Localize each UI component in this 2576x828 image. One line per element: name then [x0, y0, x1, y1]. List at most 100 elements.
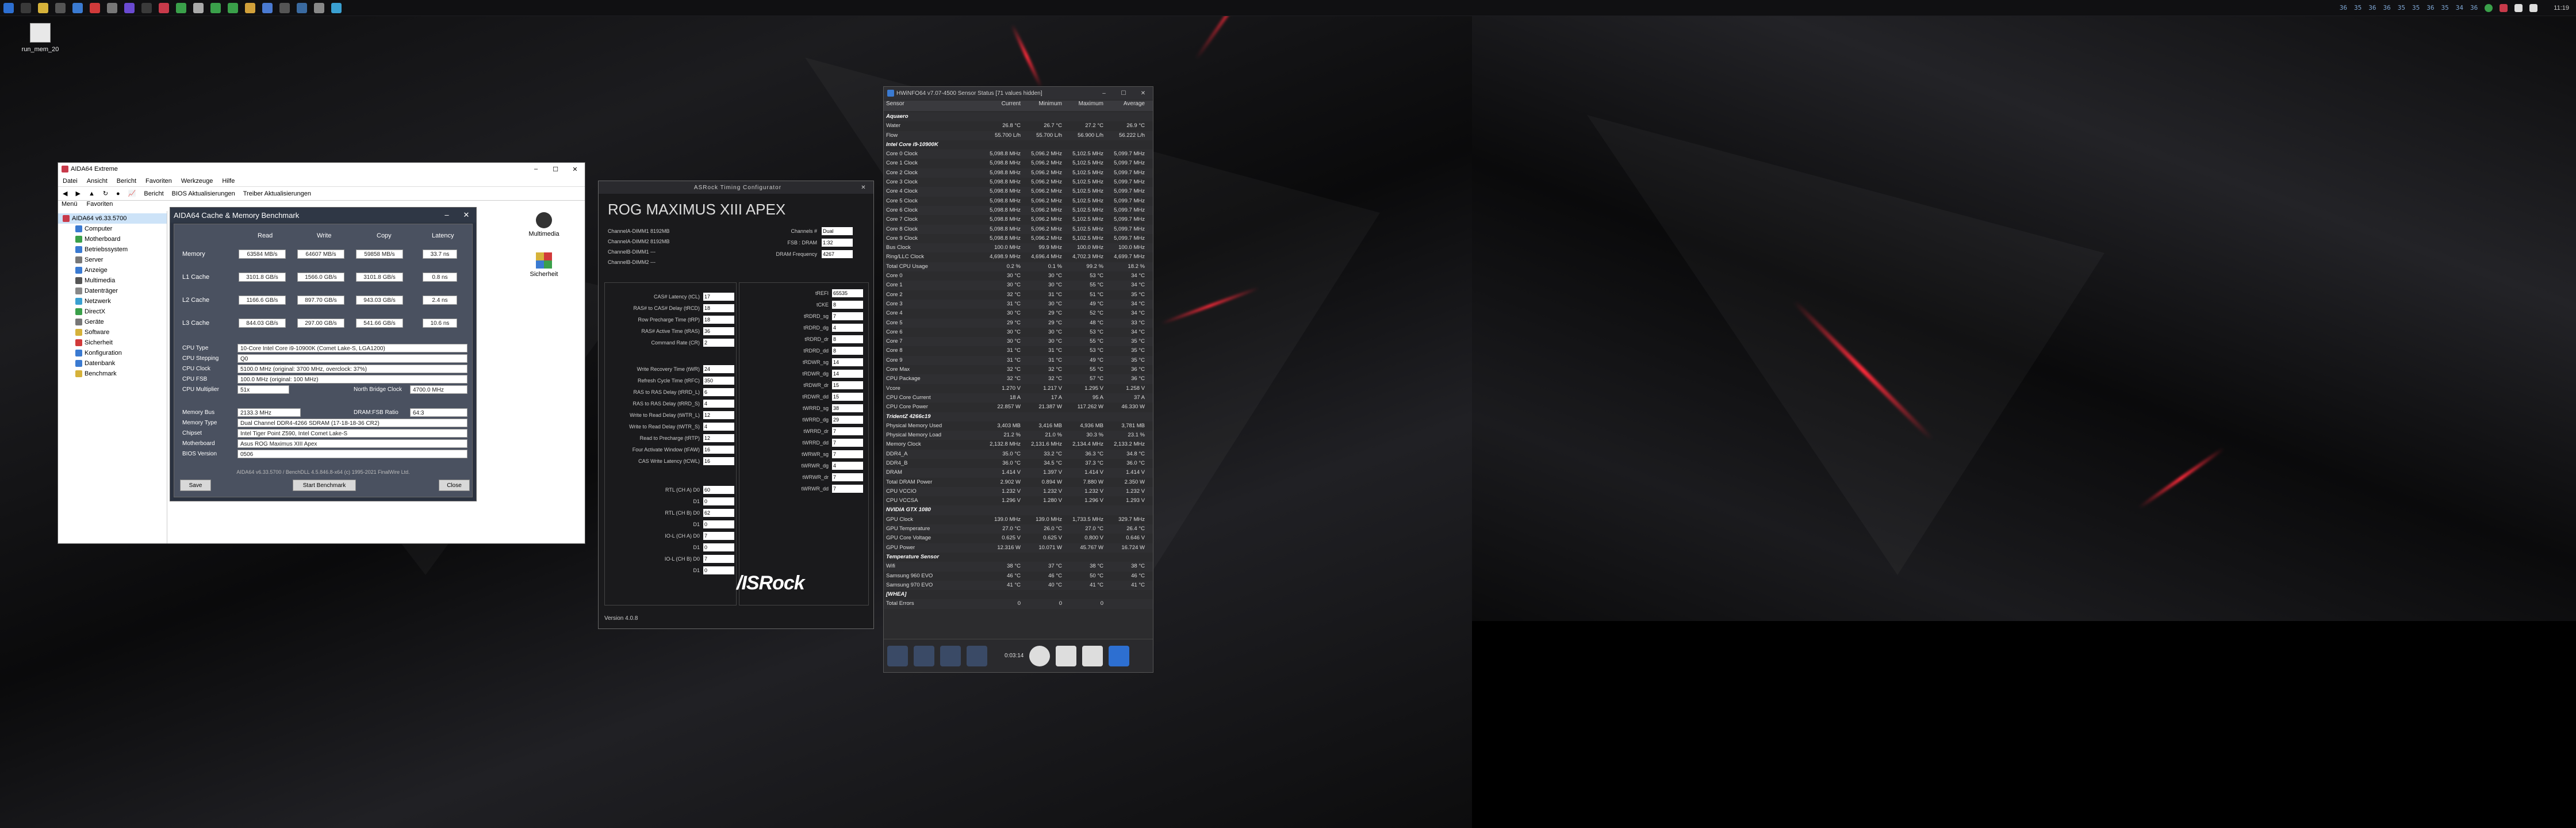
sensor-row[interactable]: Total DRAM Power 2.902 W 0.894 W 7.880 W 2.3… [884, 478, 1153, 487]
timing-value[interactable]: 7 [703, 555, 734, 563]
sensor-row[interactable]: DDR4_B 36.0 °C 34.5 °C 37.3 °C 36.0 °C [884, 459, 1153, 468]
sensor-row[interactable]: Core 3 Clock 5,098.8 MHz 5,096.2 MHz 5,102.… [884, 178, 1153, 187]
sensor-group[interactable]: TridentZ 4266c19 [884, 412, 1153, 421]
app-icon[interactable] [262, 2, 273, 13]
start-benchmark-button[interactable]: Start Benchmark [293, 480, 356, 491]
app-icon[interactable] [176, 2, 186, 13]
sensor-group[interactable]: Aquaero [884, 112, 1153, 122]
tree-item-datentraeger[interactable]: Datenträger [58, 286, 167, 296]
timing-value[interactable]: 4 [832, 324, 863, 332]
timing-value[interactable]: 7 [832, 439, 863, 447]
desktop-shortcut[interactable]: run_mem_20 [17, 23, 63, 53]
tab-favoriten[interactable]: Favoriten [87, 201, 113, 211]
sensor-row[interactable]: Bus Clock 100.0 MHz 99.9 MHz 100.0 MHz 100.0… [884, 243, 1153, 253]
sensor-row[interactable]: CPU Package 32 °C 32 °C 57 °C 36 °C [884, 374, 1153, 384]
timing-value[interactable]: 8 [832, 301, 863, 309]
panel-sicherheit[interactable]: Sicherheit [518, 252, 570, 278]
timing-value[interactable]: 12 [703, 434, 734, 442]
sensor-row[interactable]: Vcore 1.270 V 1.217 V 1.295 V 1.258 V [884, 384, 1153, 393]
toolbar-bios-updates[interactable]: BIOS Aktualisierungen [172, 190, 235, 197]
sensor-row[interactable]: CPU VCCIO 1.232 V 1.232 V 1.232 V 1.232 V [884, 486, 1153, 497]
sensor-row[interactable]: Core 3 31 °C 30 °C 49 °C 34 °C [884, 299, 1153, 309]
sensor-row[interactable]: Wifi 38 °C 37 °C 38 °C 38 °C [884, 562, 1153, 572]
sensor-row[interactable]: GPU Temperature 27.0 °C 26.0 °C 27.0 °C 26.4… [884, 524, 1153, 534]
sensor-row[interactable]: Core 1 Clock 5,098.8 MHz 5,096.2 MHz 5,102.… [884, 159, 1153, 168]
sensor-row[interactable]: GPU Core Voltage 0.625 V 0.625 V 0.800 V 0.6… [884, 534, 1153, 543]
close-icon[interactable]: ✕ [457, 210, 476, 220]
timing-value[interactable]: 15 [832, 381, 863, 389]
tree-item-netzwerk[interactable]: Netzwerk [58, 296, 167, 306]
tree-item-geraete[interactable]: Geräte [58, 317, 167, 327]
timing-value[interactable]: 6 [703, 388, 734, 396]
sensor-row[interactable]: Core 7 30 °C 30 °C 55 °C 35 °C [884, 337, 1153, 347]
timing-value[interactable]: 7 [703, 532, 734, 540]
sensor-row[interactable]: Core 9 31 °C 31 °C 49 °C 35 °C [884, 355, 1153, 366]
benchmark-titlebar[interactable]: AIDA64 Cache & Memory Benchmark – ✕ [170, 208, 476, 223]
sensor-row[interactable]: Physical Memory Used 3,403 MB 3,416 MB 4,93… [884, 421, 1153, 431]
sensor-row[interactable]: Core 5 29 °C 29 °C 48 °C 33 °C [884, 318, 1153, 328]
sensor-group[interactable]: Intel Core i9-10900K [884, 140, 1153, 150]
timing-value[interactable]: 4 [832, 462, 863, 470]
sensor-row[interactable]: Core 4 30 °C 29 °C 52 °C 34 °C [884, 309, 1153, 318]
sensor-row[interactable]: Core 5 Clock 5,098.8 MHz 5,096.2 MHz 5,102.… [884, 197, 1153, 206]
menu-datei[interactable]: Datei [63, 178, 78, 185]
col-average[interactable]: Average [1106, 101, 1147, 111]
col-minimum[interactable]: Minimum [1023, 101, 1064, 111]
tree-item-software[interactable]: Software [58, 327, 167, 338]
timing-value[interactable]: 7 [832, 427, 863, 435]
sensor-row[interactable]: Core 2 32 °C 31 °C 51 °C 35 °C [884, 290, 1153, 300]
toolbar-driver-updates[interactable]: Treiber Aktualisierungen [243, 190, 311, 197]
sensor-row[interactable]: Samsung 960 EVO 46 °C 46 °C 50 °C 46 °C [884, 572, 1153, 581]
aida64-icon[interactable] [159, 2, 169, 13]
sensor-row[interactable]: Core 2 Clock 5,098.8 MHz 5,096.2 MHz 5,102.… [884, 168, 1153, 178]
timing-value[interactable]: 60 [703, 486, 734, 494]
sensor-row[interactable]: Samsung 970 EVO 41 °C 40 °C 41 °C 41 °C [884, 580, 1153, 591]
tree-item-sicherheit[interactable]: Sicherheit [58, 338, 167, 348]
forward-icon[interactable]: ▶ [75, 190, 80, 197]
timing-value[interactable]: 4 [703, 400, 734, 408]
sensor-row[interactable]: CPU Core Power 22.857 W 21.387 W 117.262 W 4… [884, 402, 1153, 412]
timing-value[interactable]: 7 [832, 473, 863, 481]
timing-value[interactable]: 8 [832, 335, 863, 343]
timing-value[interactable]: 4 [703, 423, 734, 431]
sensor-row[interactable]: CPU VCCSA 1.296 V 1.280 V 1.296 V 1.293 V [884, 496, 1153, 505]
arrows-icon[interactable] [887, 645, 908, 666]
app-icon[interactable] [55, 2, 66, 13]
timing-value[interactable]: 29 [832, 416, 863, 424]
sensor-group[interactable]: Temperature Sensor [884, 553, 1153, 562]
sensor-row[interactable]: Core 1 30 °C 30 °C 55 °C 34 °C [884, 281, 1153, 290]
tree-item-datenbank[interactable]: Datenbank [58, 358, 167, 369]
network-reset-icon[interactable] [967, 645, 987, 666]
app-icon[interactable] [141, 2, 152, 13]
sensor-row[interactable]: Total Errors 0 0 0 [884, 599, 1153, 609]
chart-icon[interactable]: 📈 [128, 190, 136, 197]
timing-value[interactable]: 8 [832, 347, 863, 355]
menu-ansicht[interactable]: Ansicht [87, 178, 108, 185]
maximize-icon[interactable]: ☐ [546, 166, 565, 173]
app-icon[interactable] [124, 2, 135, 13]
sensor-group[interactable]: NVIDIA GTX 1080 [884, 505, 1153, 515]
timing-value[interactable]: 12 [703, 411, 734, 419]
sensor-row[interactable]: Core Max 32 °C 32 °C 55 °C 36 °C [884, 365, 1153, 374]
timing-value[interactable]: 24 [703, 365, 734, 373]
timing-value[interactable]: 0 [703, 566, 734, 574]
panel-multimedia[interactable]: Multimedia [518, 212, 570, 237]
timing-value[interactable]: 14 [832, 370, 863, 378]
asrock-titlebar[interactable]: ASRock Timing Configurator ✕ [599, 181, 873, 194]
timing-value[interactable]: 16 [703, 446, 734, 454]
maximize-icon[interactable]: ☐ [1114, 90, 1133, 97]
app-icon[interactable] [245, 2, 255, 13]
app-icon[interactable] [331, 2, 342, 13]
sensor-row[interactable]: DDR4_A 35.0 °C 33.2 °C 36.3 °C 34.8 °C [884, 449, 1153, 459]
clock[interactable]: 11:19 [2554, 5, 2569, 12]
sensor-row[interactable]: Core 0 30 °C 30 °C 53 °C 34 °C [884, 271, 1153, 281]
menu-werkzeuge[interactable]: Werkzeuge [181, 178, 213, 185]
app-icon[interactable] [297, 2, 307, 13]
tree-item-anzeige[interactable]: Anzeige [58, 265, 167, 275]
timing-value[interactable]: 18 [703, 304, 734, 312]
refresh-icon[interactable]: ↻ [103, 190, 108, 197]
menu-bericht[interactable]: Bericht [117, 178, 136, 185]
close-icon[interactable] [1109, 645, 1130, 666]
timing-value[interactable]: 18 [703, 316, 734, 324]
sensor-group[interactable]: [WHEA] [884, 590, 1153, 599]
